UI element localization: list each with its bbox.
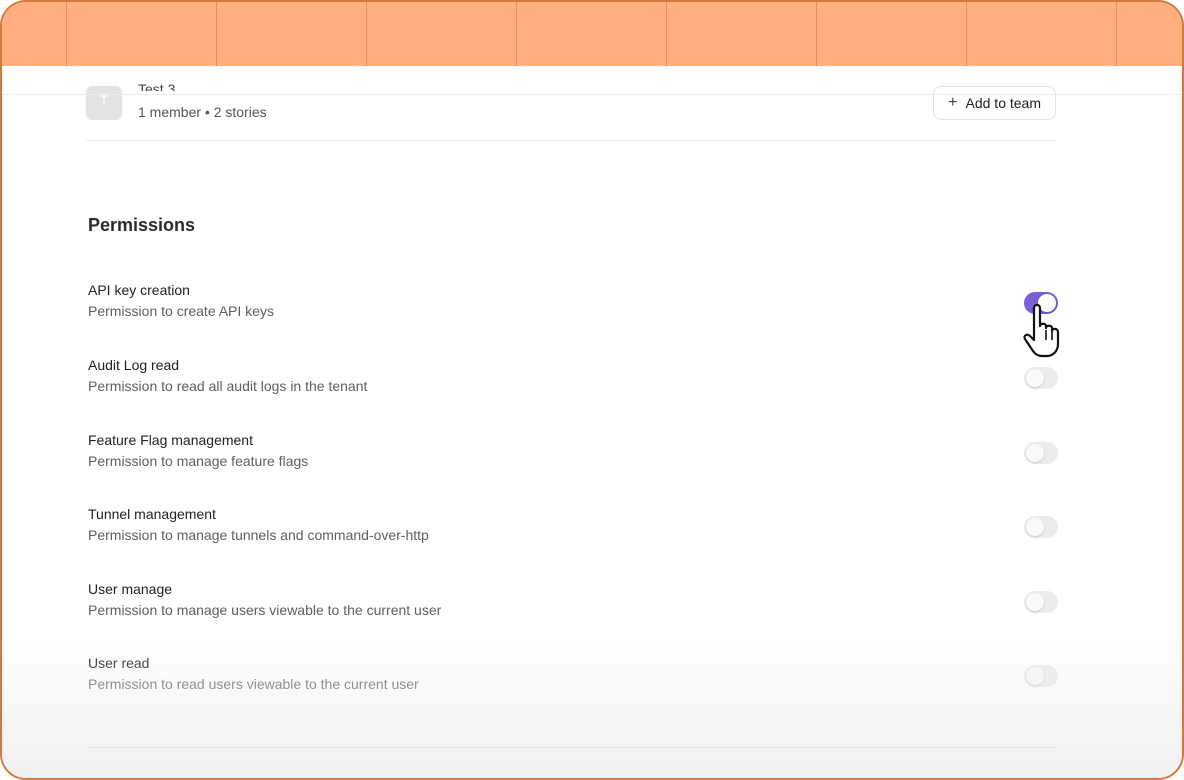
plus-icon: + xyxy=(948,94,958,111)
permission-title: User read xyxy=(88,655,150,671)
permission-description: Permission to manage feature flags xyxy=(88,453,309,469)
screenshot-frame: T Test 3 1 member • 2 stories + Add to t… xyxy=(0,0,1184,780)
permission-item: Audit Log read Permission to read all au… xyxy=(88,357,1058,403)
divider xyxy=(88,747,1058,748)
permission-item: API key creation Permission to create AP… xyxy=(88,282,1058,328)
banner-divider xyxy=(666,2,667,66)
banner-divider xyxy=(516,2,517,66)
top-banner xyxy=(2,2,1182,66)
permission-description: Permission to manage users viewable to t… xyxy=(88,602,442,618)
banner-divider xyxy=(816,2,817,66)
audit-log-read-toggle[interactable] xyxy=(1024,367,1058,389)
banner-divider xyxy=(966,2,967,66)
permission-description: Permission to read all audit logs in the… xyxy=(88,378,368,394)
toggle-knob xyxy=(1026,444,1044,462)
team-name: Test 3 xyxy=(138,82,176,91)
toggle-knob xyxy=(1026,369,1044,387)
tunnel-management-toggle[interactable] xyxy=(1024,516,1058,538)
user-read-toggle[interactable] xyxy=(1024,665,1058,687)
banner-divider xyxy=(366,2,367,66)
permission-title: User manage xyxy=(88,581,173,597)
feature-flag-management-toggle[interactable] xyxy=(1024,442,1058,464)
permission-item: User manage Permission to manage users v… xyxy=(88,581,1058,627)
toggle-knob xyxy=(1026,593,1044,611)
permission-title: API key creation xyxy=(88,282,190,298)
permission-item: Feature Flag management Permission to ma… xyxy=(88,432,1058,478)
toggle-knob xyxy=(1026,667,1044,685)
add-to-team-button[interactable]: + Add to team xyxy=(933,86,1056,120)
permissions-heading: Permissions xyxy=(88,215,196,235)
banner-divider xyxy=(1116,2,1117,66)
divider xyxy=(86,140,1056,141)
user-manage-toggle[interactable] xyxy=(1024,591,1058,613)
permission-item: User read Permission to read users viewa… xyxy=(88,655,1058,701)
permission-item: Tunnel management Permission to manage t… xyxy=(88,506,1058,552)
team-meta: 1 member • 2 stories xyxy=(138,104,267,120)
permission-description: Permission to read users viewable to the… xyxy=(88,676,419,692)
permission-title: Audit Log read xyxy=(88,357,180,373)
permission-description: Permission to manage tunnels and command… xyxy=(88,527,429,543)
team-avatar: T xyxy=(86,86,122,120)
permission-description: Permission to create API keys xyxy=(88,303,274,319)
banner-divider xyxy=(216,2,217,66)
toggle-knob xyxy=(1026,518,1044,536)
team-row: T Test 3 1 member • 2 stories + Add to t… xyxy=(86,66,1056,141)
permission-title: Tunnel management xyxy=(88,506,216,522)
permission-title: Feature Flag management xyxy=(88,432,253,448)
header-divider xyxy=(2,94,1182,95)
hand-pointer-icon xyxy=(1023,303,1060,358)
banner-divider xyxy=(66,2,67,66)
add-to-team-label: Add to team xyxy=(965,95,1042,111)
